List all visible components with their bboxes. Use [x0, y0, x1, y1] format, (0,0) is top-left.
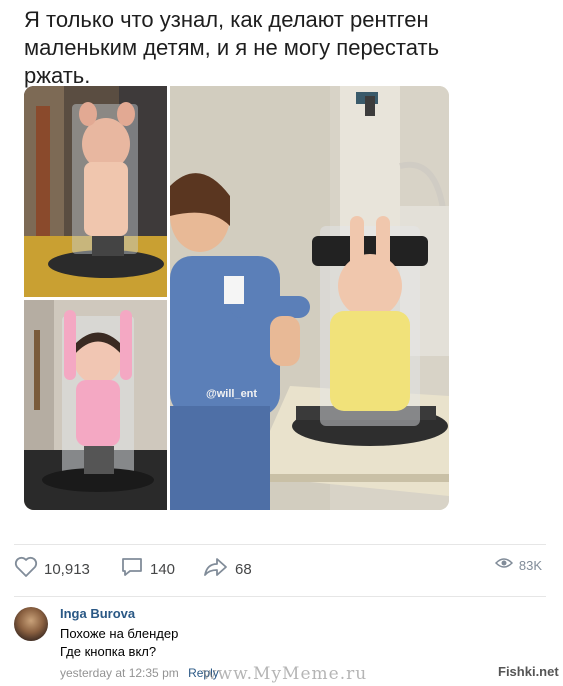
post-text: Я только что узнал, как делают рентген м… [24, 7, 440, 88]
comment-text-line-1: Похоже на блендер [60, 626, 179, 641]
site-watermark: www.MyMeme.ru [202, 664, 368, 684]
heart-icon [14, 556, 38, 583]
photo-nurse-baby[interactable] [170, 86, 449, 510]
photo-baby-xray-1[interactable] [24, 86, 167, 297]
photo-baby-xray-2-image [24, 300, 167, 510]
avatar[interactable] [14, 607, 48, 641]
fishki-watermark: Fishki.net [498, 664, 559, 679]
like-count: 10,913 [44, 561, 90, 578]
like-button[interactable]: 10,913 [14, 556, 90, 583]
photo-baby-xray-1-image [24, 86, 167, 297]
photo-watermark: @will_ent [206, 388, 258, 400]
photo-nurse-baby-image [170, 86, 449, 510]
share-count: 68 [235, 561, 252, 578]
post-card: Я только что узнал, как делают рентген м… [0, 0, 563, 686]
share-icon [203, 556, 229, 583]
comment-icon [120, 556, 144, 583]
divider-bottom [14, 596, 546, 597]
comment-meta: yesterday at 12:35 pm Reply [60, 666, 219, 680]
comment-timestamp[interactable]: yesterday at 12:35 pm [60, 666, 179, 680]
view-count: 83K [518, 558, 542, 573]
comment-button[interactable]: 140 [120, 556, 175, 583]
share-button[interactable]: 68 [203, 556, 252, 583]
photo-baby-xray-2[interactable] [24, 300, 167, 510]
divider-top [14, 544, 546, 545]
comment-count: 140 [150, 561, 176, 578]
comment-author[interactable]: Inga Burova [60, 606, 135, 621]
comment-text-line-2: Где кнопка вкл? [60, 644, 157, 659]
views-indicator: 83K [494, 556, 542, 575]
action-bar: 10,913 140 68 83K [14, 554, 546, 582]
photo-collage[interactable]: @will_ent [24, 86, 449, 510]
eye-icon [494, 556, 513, 575]
